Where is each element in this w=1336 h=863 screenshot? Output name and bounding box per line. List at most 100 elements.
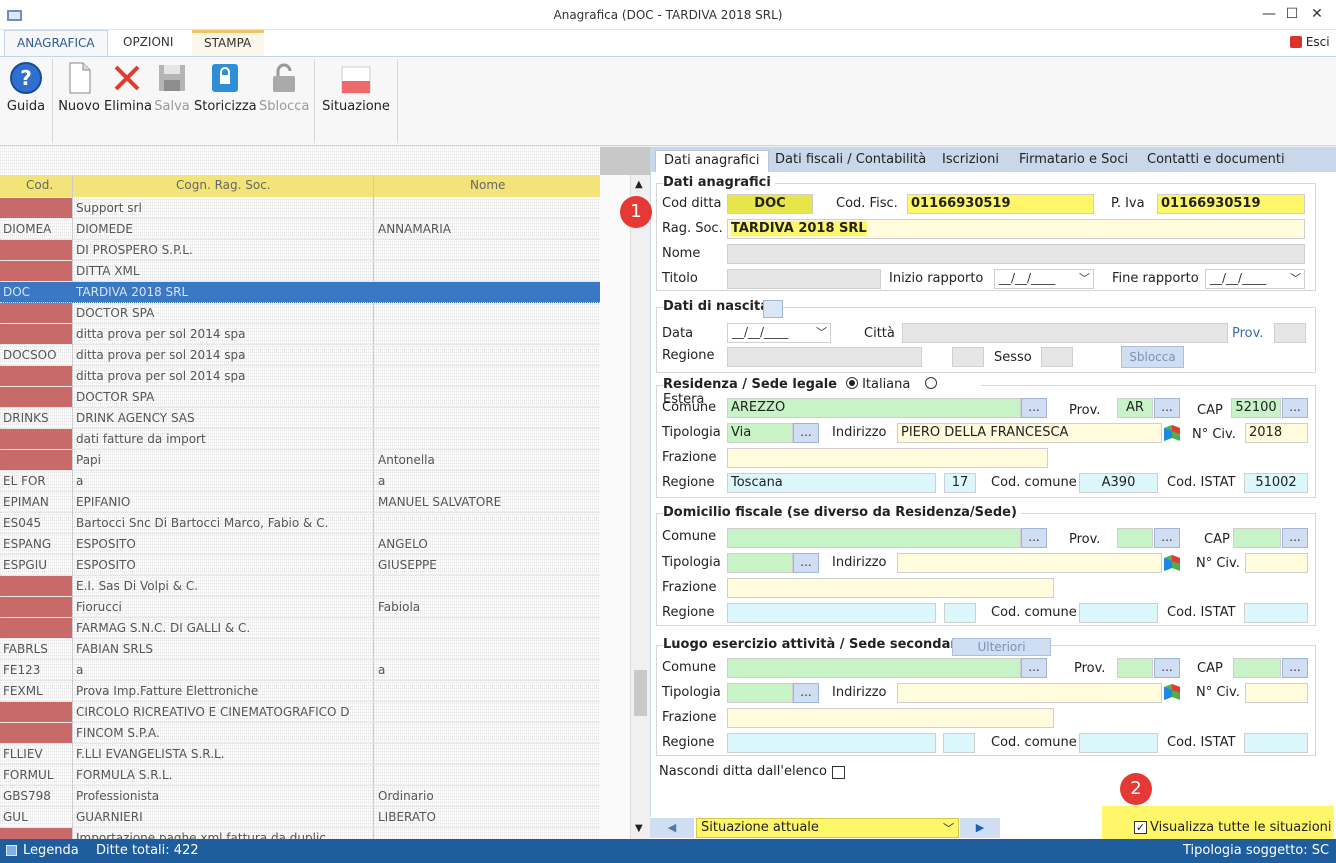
tab-dati-fiscali[interactable]: Dati fiscali / Contabilità (767, 150, 934, 172)
dom-indirizzo-field[interactable] (897, 553, 1162, 573)
sec-tipologia-field[interactable] (727, 683, 793, 703)
exit-button[interactable]: Esci (1290, 35, 1330, 49)
civ-field[interactable]: 2018 (1245, 423, 1308, 443)
chevron-down-icon[interactable]: ﹀ (1079, 270, 1090, 286)
table-row[interactable]: DI PROSPERO S.P.L. (0, 240, 600, 261)
storicizza-button[interactable]: Storicizza (194, 61, 257, 121)
sec-istat-field[interactable] (1244, 733, 1308, 753)
regione-code-field[interactable]: 17 (944, 473, 976, 493)
table-row[interactable]: FABRLS FABIAN SRLS (0, 639, 600, 660)
sblocca-button[interactable]: Sblocca (259, 61, 309, 121)
prov-nascita-field[interactable] (1274, 323, 1306, 343)
table-row[interactable]: FLLIEV F.LLI EVANGELISTA S.R.L. (0, 744, 600, 765)
table-row[interactable]: EL FOR a a (0, 471, 600, 492)
header-nome[interactable]: Nome (470, 178, 505, 192)
sec-cap-field[interactable] (1233, 658, 1281, 678)
map-icon[interactable] (1164, 425, 1180, 441)
dom-frazione-field[interactable] (727, 578, 1054, 598)
sec-prov-lookup-button[interactable]: ... (1154, 658, 1180, 678)
sec-regione-field[interactable] (727, 733, 936, 753)
dom-cap-field[interactable] (1233, 528, 1281, 548)
fine-rapporto-date[interactable]: __/__/____ ﹀ (1205, 269, 1305, 289)
table-row[interactable]: GUL GUARNIERI LIBERATO (0, 807, 600, 828)
table-row[interactable]: FORMUL FORMULA S.R.L. (0, 765, 600, 786)
legenda-label[interactable]: Legenda (23, 843, 79, 858)
header-cod[interactable]: Cod. (26, 178, 53, 192)
tab-anagrafica[interactable]: ANAGRAFICA (4, 30, 108, 56)
map-icon[interactable] (1164, 555, 1180, 571)
cod-comune-field[interactable]: A390 (1079, 473, 1158, 493)
clipboard-icon[interactable] (763, 300, 783, 318)
dom-comune-lookup-button[interactable]: ... (1021, 528, 1047, 548)
table-row[interactable]: ditta prova per sol 2014 spa (0, 324, 600, 345)
table-row[interactable]: FE123 a a (0, 660, 600, 681)
cap-lookup-button[interactable]: ... (1282, 398, 1308, 418)
company-grid[interactable]: Cod. Cogn. Rag. Soc. Nome Support srl DIO… (0, 147, 600, 839)
table-row[interactable]: FARMAG S.N.C. DI GALLI & C. (0, 618, 600, 639)
map-icon[interactable] (1164, 684, 1180, 700)
table-row[interactable]: DITTA XML (0, 261, 600, 282)
sesso-field[interactable] (1041, 347, 1073, 367)
dom-regione-field[interactable] (727, 603, 936, 623)
rag-soc-field[interactable]: TARDIVA 2018 SRL (727, 219, 1305, 239)
data-nascita-date[interactable]: __/__/____ ﹀ (727, 323, 831, 343)
sec-cod-comune-field[interactable] (1079, 733, 1158, 753)
table-row[interactable]: DOCTOR SPA (0, 387, 600, 408)
scroll-down-icon[interactable]: ▼ (635, 823, 643, 834)
table-row[interactable]: FINCOM S.P.A. (0, 723, 600, 744)
sec-regione-code-field[interactable] (943, 733, 975, 753)
table-row[interactable]: Papi Antonella (0, 450, 600, 471)
titolo-field[interactable] (727, 269, 881, 289)
regione-nascita-field[interactable] (727, 347, 922, 367)
dom-istat-field[interactable] (1244, 603, 1308, 623)
table-row[interactable]: Fiorucci Fabiola (0, 597, 600, 618)
table-row[interactable]: DOC TARDIVA 2018 SRL (0, 282, 600, 303)
tab-opzioni[interactable]: OPZIONI (111, 30, 185, 56)
citta-field[interactable] (902, 323, 1228, 343)
inizio-rapporto-date[interactable]: __/__/____ ﹀ (994, 269, 1094, 289)
table-row[interactable]: ESPANG ESPOSITO ANGELO (0, 534, 600, 555)
prev-situation-button[interactable]: ◀ (650, 818, 694, 838)
chevron-down-icon[interactable]: ﹀ (816, 324, 827, 340)
sec-comune-lookup-button[interactable]: ... (1021, 658, 1047, 678)
dom-prov-field[interactable] (1117, 528, 1153, 548)
table-row[interactable]: ESPGIU ESPOSITO GIUSEPPE (0, 555, 600, 576)
dom-civ-field[interactable] (1245, 553, 1308, 573)
tab-dati-anagrafici[interactable]: Dati anagrafici (655, 150, 769, 172)
table-row[interactable]: DOCTOR SPA (0, 303, 600, 324)
comune-field[interactable]: AREZZO (727, 398, 1021, 418)
cod-fisc-field[interactable]: 01166930519 (907, 194, 1094, 214)
sec-indirizzo-field[interactable] (897, 683, 1162, 703)
table-row[interactable]: dati fatture da import (0, 429, 600, 450)
piva-field[interactable]: 01166930519 (1157, 194, 1305, 214)
visualizza-checkbox[interactable]: ✓ (1134, 821, 1147, 834)
sec-cap-lookup-button[interactable]: ... (1282, 658, 1308, 678)
scroll-up-icon[interactable]: ▲ (635, 179, 643, 190)
table-row[interactable]: Support srl (0, 198, 600, 219)
legend-icon[interactable] (6, 845, 17, 856)
elimina-button[interactable]: Elimina (104, 61, 152, 121)
nome-field[interactable] (727, 244, 1305, 264)
sec-comune-field[interactable] (727, 658, 1021, 678)
situazione-button[interactable]: Situazione (320, 61, 392, 121)
dom-prov-lookup-button[interactable]: ... (1154, 528, 1180, 548)
chevron-down-icon[interactable]: ﹀ (943, 820, 954, 836)
ulteriori-button[interactable]: Ulteriori (952, 638, 1051, 656)
chevron-down-icon[interactable]: ﹀ (1290, 270, 1301, 286)
guida-button[interactable]: ? Guida (6, 61, 46, 121)
nuovo-button[interactable]: Nuovo (56, 61, 102, 121)
situation-select[interactable]: Situazione attuale ﹀ (696, 818, 959, 838)
table-row[interactable]: ditta prova per sol 2014 spa (0, 366, 600, 387)
header-ragsoc[interactable]: Cogn. Rag. Soc. (176, 178, 271, 192)
scroll-thumb[interactable] (634, 670, 647, 716)
next-situation-button[interactable]: ▶ (960, 818, 1000, 838)
minimize-button[interactable]: — (1258, 4, 1280, 24)
radio-estera[interactable] (924, 377, 937, 389)
radio-italiana[interactable] (845, 377, 858, 389)
dom-tipologia-lookup-button[interactable]: ... (793, 553, 819, 573)
table-row[interactable]: FEXML Prova Imp.Fatture Elettroniche (0, 681, 600, 702)
indirizzo-field[interactable]: PIERO DELLA FRANCESCA (897, 423, 1162, 443)
table-row[interactable]: ES045 Bartocci Snc Di Bartocci Marco, Fab… (0, 513, 600, 534)
dom-tipologia-field[interactable] (727, 553, 793, 573)
tab-firmatario[interactable]: Firmatario e Soci (1011, 150, 1136, 172)
